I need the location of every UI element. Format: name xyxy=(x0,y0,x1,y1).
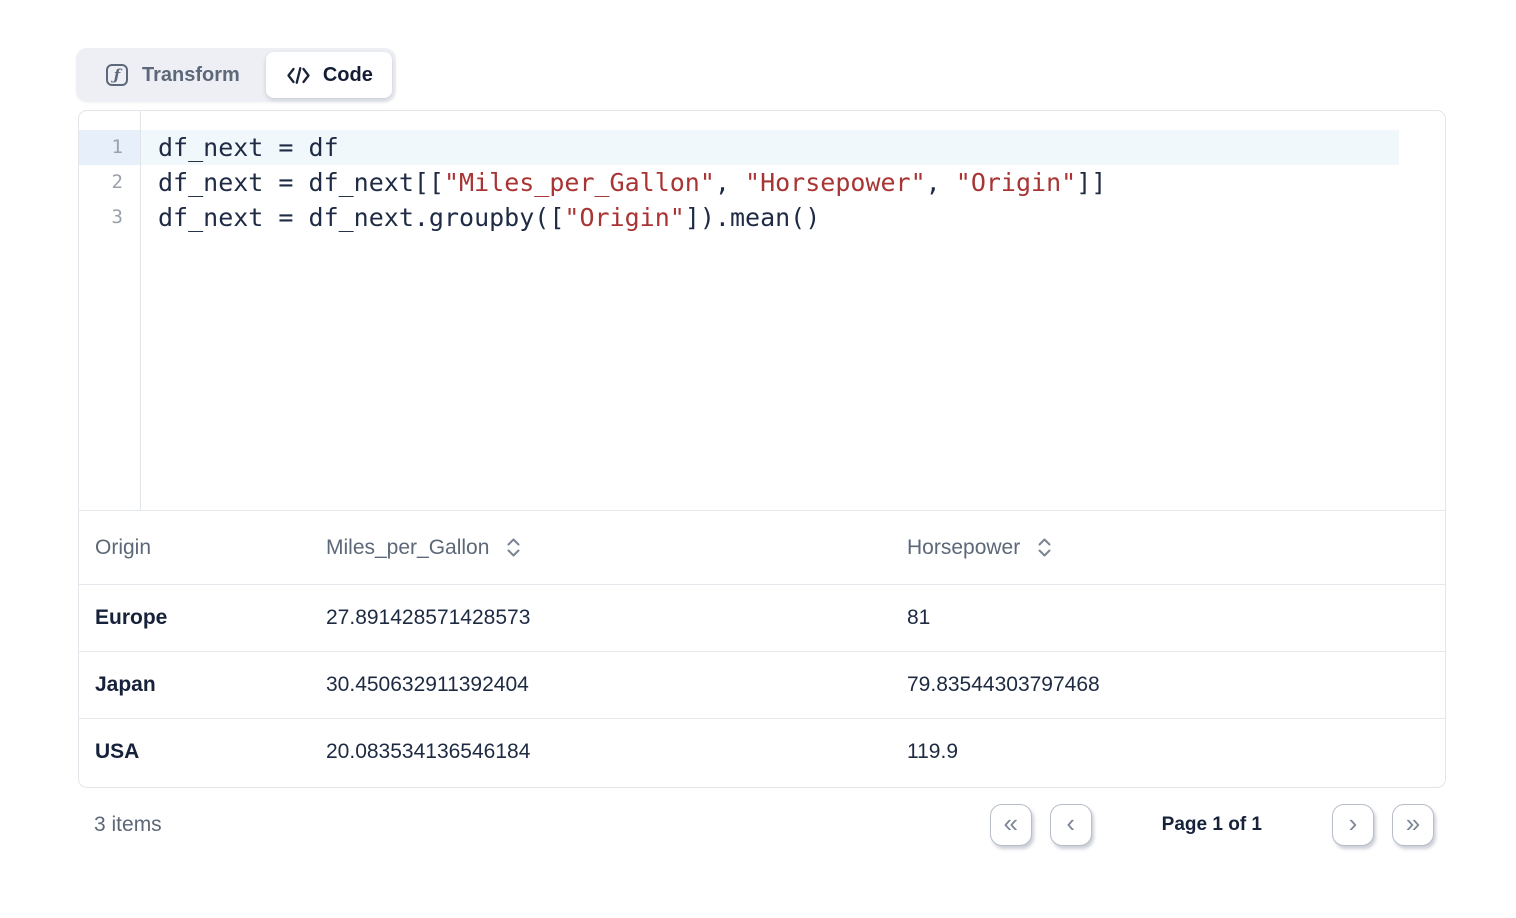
chevron-left-icon: ‹ xyxy=(1066,810,1075,836)
code-line-3: df_next = df_next.groupby(["Origin"]).me… xyxy=(141,200,1445,235)
table-header-row: Origin Miles_per_Gallon Horsepower xyxy=(79,511,1445,584)
string-token: "Horsepower" xyxy=(745,168,926,197)
column-header-origin: Origin xyxy=(95,536,326,560)
column-header-label: Horsepower xyxy=(907,536,1020,560)
sort-icon[interactable] xyxy=(1036,536,1053,559)
code-token: ]).mean() xyxy=(685,203,820,232)
code-token: , xyxy=(715,168,745,197)
sort-icon[interactable] xyxy=(505,536,522,559)
editor-and-results-panel: 1 2 3 df_next = df df_next = df_next[["M… xyxy=(78,110,1446,788)
cell-horsepower: 119.9 xyxy=(907,740,1445,764)
double-chevron-right-icon: » xyxy=(1406,810,1420,836)
cell-origin: Japan xyxy=(95,673,326,697)
table-row: USA 20.083534136546184 119.9 xyxy=(79,718,1445,785)
code-editor[interactable]: 1 2 3 df_next = df df_next = df_next[["M… xyxy=(79,111,1445,511)
prev-page-button[interactable]: ‹ xyxy=(1050,804,1092,846)
cell-horsepower: 79.83544303797468 xyxy=(907,673,1445,697)
cell-horsepower: 81 xyxy=(907,606,1445,630)
chevron-right-icon: › xyxy=(1349,810,1358,836)
cell-miles-per-gallon: 27.891428571428573 xyxy=(326,606,907,630)
table-footer: 3 items « ‹ Page 1 of 1 › » xyxy=(78,802,1446,848)
column-header-miles-per-gallon[interactable]: Miles_per_Gallon xyxy=(326,536,907,560)
code-icon xyxy=(285,64,312,87)
items-count: 3 items xyxy=(94,813,162,837)
tab-code-label: Code xyxy=(323,64,373,87)
view-mode-tabs: ƒ Transform Code xyxy=(76,48,396,102)
string-token: "Origin" xyxy=(956,168,1076,197)
cell-miles-per-gallon: 30.450632911392404 xyxy=(326,673,907,697)
double-chevron-left-icon: « xyxy=(1003,810,1017,836)
code-line-1: df_next = df xyxy=(141,130,1399,165)
line-number: 2 xyxy=(79,165,140,200)
line-number-gutter: 1 2 3 xyxy=(79,111,141,510)
code-token: ]] xyxy=(1076,168,1106,197)
page-indicator: Page 1 of 1 xyxy=(1162,814,1262,836)
string-token: "Origin" xyxy=(564,203,684,232)
tab-code[interactable]: Code xyxy=(266,52,392,98)
code-token: , xyxy=(926,168,956,197)
first-page-button[interactable]: « xyxy=(990,804,1032,846)
column-header-label: Miles_per_Gallon xyxy=(326,536,489,560)
code-token: df_next = df_next.groupby([ xyxy=(158,203,564,232)
code-token: df_next = df xyxy=(158,133,339,162)
column-header-horsepower[interactable]: Horsepower xyxy=(907,536,1445,560)
code-token: df_next = df_next[[ xyxy=(158,168,444,197)
function-icon: ƒ xyxy=(106,64,128,86)
line-number: 1 xyxy=(79,130,140,165)
code-line-2: df_next = df_next[["Miles_per_Gallon", "… xyxy=(141,165,1445,200)
tab-transform-label: Transform xyxy=(142,64,240,87)
next-page-button[interactable]: › xyxy=(1332,804,1374,846)
table-row: Japan 30.450632911392404 79.835443037974… xyxy=(79,651,1445,718)
cell-miles-per-gallon: 20.083534136546184 xyxy=(326,740,907,764)
code-content: df_next = df df_next = df_next[["Miles_p… xyxy=(141,111,1445,510)
column-header-label: Origin xyxy=(95,536,151,560)
last-page-button[interactable]: » xyxy=(1392,804,1434,846)
cell-origin: Europe xyxy=(95,606,326,630)
string-token: "Miles_per_Gallon" xyxy=(444,168,715,197)
cell-origin: USA xyxy=(95,740,326,764)
table-row: Europe 27.891428571428573 81 xyxy=(79,584,1445,651)
pagination: « ‹ Page 1 of 1 › » xyxy=(990,804,1434,846)
line-number: 3 xyxy=(79,200,140,235)
tab-transform[interactable]: ƒ Transform xyxy=(80,52,266,98)
